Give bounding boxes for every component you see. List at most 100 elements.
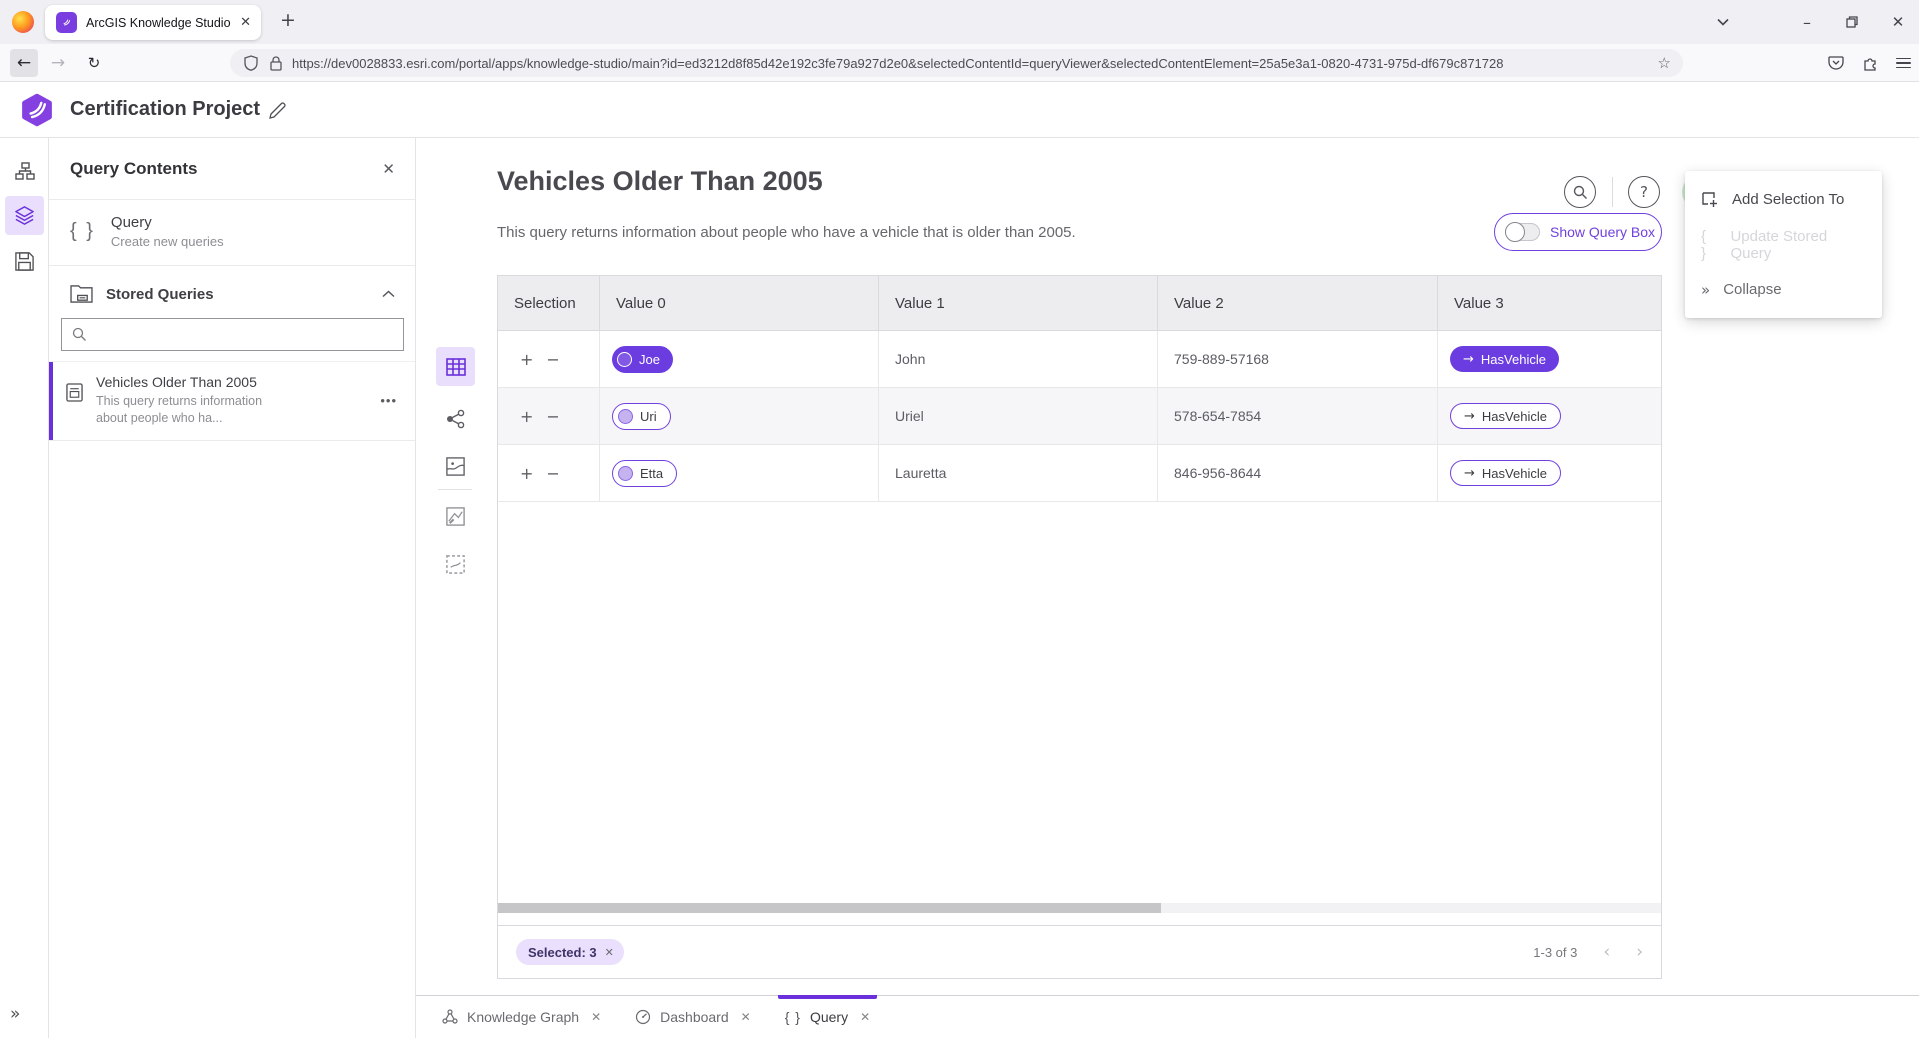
firefox-icon[interactable] — [12, 11, 34, 33]
layers-icon[interactable] — [5, 196, 44, 235]
panel-title: Query Contents — [70, 159, 382, 179]
contents-tree-icon[interactable] — [5, 152, 44, 191]
column-header-value2: Value 2 — [1158, 276, 1438, 330]
previous-page-icon[interactable]: ‹ — [1603, 942, 1610, 962]
chevron-up-icon[interactable] — [382, 290, 395, 298]
remove-from-selection-icon[interactable]: − — [546, 464, 559, 483]
stored-query-file-icon — [66, 383, 83, 427]
panel-close-icon[interactable]: ✕ — [382, 160, 395, 178]
window-close-icon[interactable]: ✕ — [1881, 0, 1915, 44]
expand-rail-icon[interactable]: » — [10, 1004, 20, 1024]
folder-icon — [70, 284, 93, 304]
relationship-pill[interactable]: →HasVehicle — [1450, 346, 1559, 372]
toggle-label: Show Query Box — [1550, 224, 1655, 240]
left-rail: » — [0, 138, 49, 1038]
stored-queries-search[interactable] — [61, 318, 404, 351]
menu-item-add-selection-to[interactable]: Add Selection To — [1685, 177, 1882, 222]
query-contents-panel: Query Contents ✕ { } Query Create new qu… — [49, 138, 416, 1038]
item-options-ellipsis-icon[interactable]: ••• — [380, 393, 397, 408]
double-chevron-icon: » — [1701, 281, 1710, 299]
show-query-box-toggle[interactable]: Show Query Box — [1494, 213, 1662, 251]
menu-item-update-stored-query: { } Update Stored Query — [1685, 222, 1882, 267]
bottom-tab-bar: Knowledge Graph ✕ Dashboard ✕ { } Query … — [416, 995, 1919, 1038]
help-button[interactable]: ? — [1628, 176, 1660, 208]
stored-queries-search-input[interactable] — [95, 327, 393, 342]
toggle-switch[interactable] — [1505, 223, 1540, 241]
reload-button[interactable]: ↻ — [80, 49, 108, 77]
entity-pill[interactable]: Etta — [612, 460, 677, 487]
window-restore-icon[interactable] — [1835, 0, 1869, 44]
url-bar[interactable]: https://dev0028833.esri.com/portal/apps/… — [230, 49, 1683, 77]
selected-indicator-bar — [49, 362, 53, 440]
forward-button[interactable]: → — [44, 49, 72, 77]
add-selection-icon — [1701, 191, 1719, 209]
entity-pill[interactable]: Joe — [612, 346, 673, 373]
value2-cell: 578-654-7854 — [1158, 388, 1438, 444]
window-minimize-icon[interactable]: – — [1790, 0, 1824, 44]
back-button[interactable]: ← — [10, 49, 38, 77]
extensions-icon[interactable] — [1862, 55, 1878, 71]
search-button[interactable] — [1564, 176, 1596, 208]
app-header: Certification Project ? PL publisher2 la… — [0, 82, 1919, 138]
pocket-icon[interactable] — [1828, 56, 1844, 71]
page-description: This query returns information about peo… — [497, 224, 1076, 241]
menu-icon[interactable] — [1896, 58, 1911, 69]
table-row[interactable]: +− Uri Uriel 578-654-7854 →HasVehicle — [498, 388, 1661, 445]
arcgis-favicon-icon — [56, 12, 77, 33]
save-icon[interactable] — [5, 242, 44, 281]
horizontal-scrollbar[interactable] — [498, 903, 1661, 913]
results-table: Selection Value 0 Value 1 Value 2 Value … — [497, 275, 1662, 979]
relationship-pill[interactable]: →HasVehicle — [1450, 403, 1561, 429]
selection-tools-icon[interactable] — [436, 545, 475, 584]
scrollbar-thumb[interactable] — [498, 903, 1161, 913]
tab-title: ArcGIS Knowledge Studio — [86, 16, 232, 30]
column-header-value1: Value 1 — [879, 276, 1158, 330]
arrow-right-icon: → — [1464, 466, 1475, 481]
link-chart-icon[interactable] — [436, 399, 475, 438]
list-tabs-chevron-icon[interactable] — [1706, 0, 1740, 44]
browser-tab[interactable]: ArcGIS Knowledge Studio ✕ — [45, 5, 261, 40]
tab-close-icon[interactable]: ✕ — [240, 15, 251, 30]
tab-knowledge-graph[interactable]: Knowledge Graph ✕ — [425, 996, 618, 1038]
add-to-selection-icon[interactable]: + — [520, 350, 533, 369]
new-tab-button[interactable]: + — [280, 9, 296, 31]
next-page-icon[interactable]: › — [1636, 942, 1643, 962]
new-query-item[interactable]: { } Query Create new queries — [49, 200, 415, 266]
stored-queries-title: Stored Queries — [106, 286, 369, 303]
url-text: https://dev0028833.esri.com/portal/apps/… — [292, 56, 1648, 71]
selected-count-chip[interactable]: Selected: 3 ✕ — [516, 939, 624, 965]
add-to-selection-icon[interactable]: + — [520, 464, 533, 483]
relationship-pill[interactable]: →HasVehicle — [1450, 460, 1561, 486]
edit-title-pencil-icon[interactable] — [268, 101, 287, 120]
lock-icon[interactable] — [270, 56, 282, 71]
add-to-selection-icon[interactable]: + — [520, 407, 533, 426]
bookmark-star-icon[interactable]: ☆ — [1658, 54, 1671, 72]
stored-queries-header[interactable]: Stored Queries — [49, 266, 415, 314]
new-map-from-selection-icon[interactable] — [436, 497, 475, 536]
tab-close-icon[interactable]: ✕ — [741, 1010, 751, 1024]
tab-query[interactable]: { } Query ✕ — [768, 996, 887, 1038]
entity-circle-icon — [617, 352, 632, 367]
arrow-right-icon: → — [1463, 352, 1474, 367]
tab-dashboard[interactable]: Dashboard ✕ — [618, 996, 768, 1038]
tab-close-icon[interactable]: ✕ — [591, 1010, 601, 1024]
table-row[interactable]: +− Joe John 759-889-57168 →HasVehicle — [498, 331, 1661, 388]
remove-from-selection-icon[interactable]: − — [546, 350, 559, 369]
tab-close-icon[interactable]: ✕ — [860, 1010, 870, 1024]
context-menu: Add Selection To { } Update Stored Query… — [1685, 171, 1882, 318]
menu-item-collapse[interactable]: » Collapse — [1685, 267, 1882, 312]
value1-cell: Lauretta — [879, 445, 1158, 501]
value1-cell: Uriel — [879, 388, 1158, 444]
remove-from-selection-icon[interactable]: − — [546, 407, 559, 426]
stored-query-item[interactable]: Vehicles Older Than 2005 This query retu… — [49, 361, 415, 441]
shield-icon[interactable] — [244, 55, 258, 71]
search-icon — [72, 327, 87, 342]
clear-selection-icon[interactable]: ✕ — [605, 946, 614, 959]
value1-cell: John — [879, 331, 1158, 387]
table-row[interactable]: +− Etta Lauretta 846-956-8644 →HasVehicl… — [498, 445, 1661, 502]
map-icon[interactable] — [436, 447, 475, 486]
entity-pill[interactable]: Uri — [612, 403, 671, 430]
braces-icon: { } — [1701, 228, 1717, 262]
table-view-icon[interactable] — [436, 347, 475, 386]
column-header-value0: Value 0 — [600, 276, 879, 330]
